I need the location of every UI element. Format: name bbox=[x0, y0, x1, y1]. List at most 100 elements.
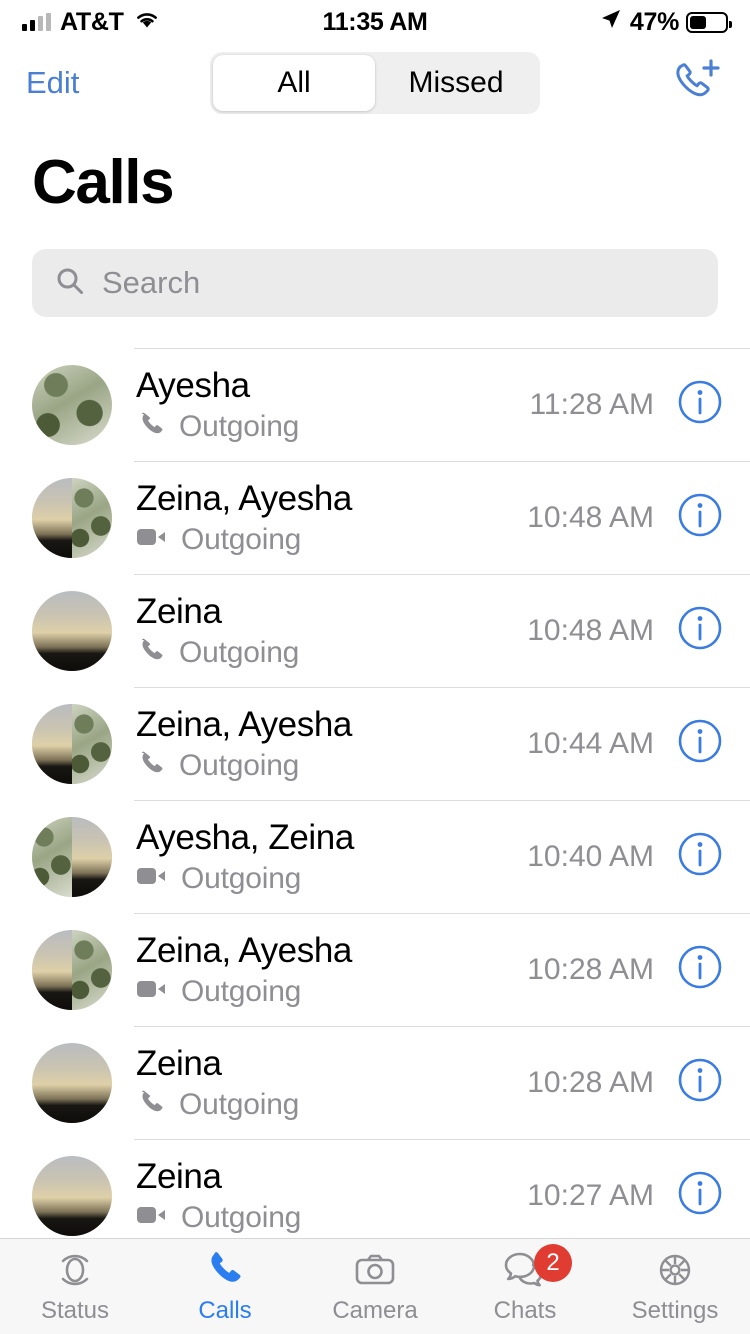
video-icon bbox=[136, 1202, 168, 1233]
info-circle-icon bbox=[676, 604, 724, 657]
info-circle-icon bbox=[676, 1056, 724, 1109]
call-direction-label: Outgoing bbox=[179, 635, 300, 669]
segment-missed[interactable]: Missed bbox=[375, 55, 537, 111]
avatar-image bbox=[32, 1042, 112, 1123]
phone-icon bbox=[203, 1248, 247, 1292]
segment-all[interactable]: All bbox=[213, 55, 375, 111]
carrier-label: AT&T bbox=[60, 7, 124, 36]
call-meta: Outgoing bbox=[136, 862, 527, 896]
search-input[interactable]: Search bbox=[102, 265, 200, 301]
contact-name: Zeina bbox=[136, 1157, 222, 1197]
call-time: 10:48 AM bbox=[527, 500, 654, 534]
info-circle-icon bbox=[676, 717, 724, 770]
battery-percent-label: 47% bbox=[629, 7, 679, 36]
tab-settings[interactable]: Settings bbox=[600, 1239, 750, 1334]
status-bar: AT&T 11:35 AM 47% bbox=[0, 0, 750, 44]
call-item-text: Zeina, Ayesha Outgoing bbox=[112, 704, 527, 783]
avatar-image bbox=[32, 703, 72, 784]
call-list-item[interactable]: Zeina Outgoing 10:28 AM bbox=[0, 1026, 750, 1139]
call-info-button[interactable] bbox=[676, 378, 724, 431]
call-item-text: Ayesha Outgoing bbox=[112, 365, 529, 444]
tab-chats[interactable]: 2 Chats bbox=[450, 1239, 600, 1334]
tab-label: Status bbox=[40, 1297, 110, 1324]
avatar-image bbox=[72, 477, 112, 558]
call-time: 11:28 AM bbox=[529, 387, 654, 421]
avatar-image bbox=[32, 1155, 112, 1236]
phone-icon bbox=[136, 409, 166, 444]
call-item-text: Ayesha, Zeina Outgoing bbox=[112, 817, 527, 895]
phone-icon bbox=[136, 748, 166, 783]
call-item-text: Zeina, Ayesha Outgoing bbox=[112, 930, 527, 1008]
group-avatar bbox=[32, 703, 112, 784]
search-section: Search bbox=[0, 215, 750, 318]
video-icon bbox=[136, 863, 168, 894]
call-info-button[interactable] bbox=[676, 491, 724, 544]
call-info-button[interactable] bbox=[676, 604, 724, 657]
tab-status[interactable]: Status bbox=[0, 1239, 150, 1334]
call-list-item[interactable]: Ayesha, Zeina Outgoing 10:40 AM bbox=[0, 800, 750, 913]
new-call-button[interactable] bbox=[668, 55, 724, 112]
call-meta: Outgoing bbox=[136, 748, 527, 783]
call-info-button[interactable] bbox=[676, 717, 724, 770]
search-icon bbox=[54, 265, 86, 302]
battery-icon bbox=[686, 11, 732, 33]
call-list-item[interactable]: Zeina Outgoing 10:27 AM bbox=[0, 1139, 750, 1252]
tab-label: Chats bbox=[493, 1297, 557, 1324]
call-info-button[interactable] bbox=[676, 1169, 724, 1222]
wifi-icon bbox=[133, 8, 161, 37]
avatar-image bbox=[72, 929, 112, 1010]
call-list-item[interactable]: Zeina, Ayesha Outgoing 10:48 AM bbox=[0, 461, 750, 574]
call-meta: Outgoing bbox=[136, 635, 527, 670]
gear-icon bbox=[653, 1248, 697, 1292]
call-list-item[interactable]: Zeina Outgoing 10:48 AM bbox=[0, 574, 750, 687]
contact-name: Zeina bbox=[136, 1043, 222, 1083]
avatar-image bbox=[32, 816, 72, 897]
status-bar-right: 47% bbox=[428, 7, 732, 38]
status-bar-left: AT&T bbox=[22, 8, 322, 37]
phone-icon bbox=[136, 635, 166, 670]
contact-name: Ayesha, Zeina bbox=[136, 818, 354, 858]
edit-button[interactable]: Edit bbox=[26, 65, 79, 101]
call-list-item[interactable]: Zeina, Ayesha Outgoing 10:28 AM bbox=[0, 913, 750, 1026]
call-time: 10:44 AM bbox=[527, 726, 654, 760]
call-direction-label: Outgoing bbox=[181, 522, 302, 556]
contact-name: Zeina bbox=[136, 591, 222, 631]
call-info-button[interactable] bbox=[676, 830, 724, 883]
call-list-item[interactable]: Zeina, Ayesha Outgoing 10:44 AM bbox=[0, 687, 750, 800]
tab-label: Camera bbox=[332, 1297, 418, 1324]
calls-filter-segmented-control[interactable]: All Missed bbox=[210, 52, 540, 114]
search-bar[interactable]: Search bbox=[32, 249, 718, 318]
group-avatar bbox=[32, 477, 112, 558]
call-list-item[interactable]: Ayesha Outgoing 11:28 AM bbox=[0, 348, 750, 461]
call-direction-label: Outgoing bbox=[179, 1087, 300, 1121]
call-item-text: Zeina Outgoing bbox=[112, 1043, 527, 1122]
unread-badge: 2 bbox=[534, 1244, 572, 1282]
call-direction-label: Outgoing bbox=[181, 861, 302, 895]
call-meta: Outgoing bbox=[136, 523, 527, 557]
tab-camera[interactable]: Camera bbox=[300, 1239, 450, 1334]
nav-bar: Edit All Missed bbox=[0, 44, 750, 122]
call-meta: Outgoing bbox=[136, 1201, 527, 1235]
avatar-image bbox=[32, 590, 112, 671]
avatar bbox=[32, 590, 112, 671]
phone-plus-icon bbox=[668, 55, 724, 112]
info-circle-icon bbox=[676, 491, 724, 544]
status-rings-icon bbox=[53, 1248, 97, 1292]
tab-calls[interactable]: Calls bbox=[150, 1239, 300, 1334]
contact-name: Zeina, Ayesha bbox=[136, 704, 352, 744]
info-circle-icon bbox=[676, 943, 724, 996]
tab-label: Settings bbox=[631, 1297, 719, 1324]
contact-name: Ayesha bbox=[136, 365, 250, 405]
avatar bbox=[32, 364, 112, 445]
calls-list: Ayesha Outgoing 11:28 AM Zeina, Ayesha Outgo… bbox=[0, 348, 750, 1252]
call-info-button[interactable] bbox=[676, 943, 724, 996]
call-time: 10:48 AM bbox=[527, 613, 654, 647]
contact-name: Zeina, Ayesha bbox=[136, 931, 352, 971]
call-info-button[interactable] bbox=[676, 1056, 724, 1109]
phone-icon bbox=[136, 1087, 166, 1122]
avatar-image bbox=[72, 816, 112, 897]
tab-label: Calls bbox=[198, 1297, 252, 1324]
chats-bubbles-icon: 2 bbox=[502, 1244, 572, 1292]
call-time: 10:40 AM bbox=[527, 839, 654, 873]
call-meta: Outgoing bbox=[136, 975, 527, 1009]
